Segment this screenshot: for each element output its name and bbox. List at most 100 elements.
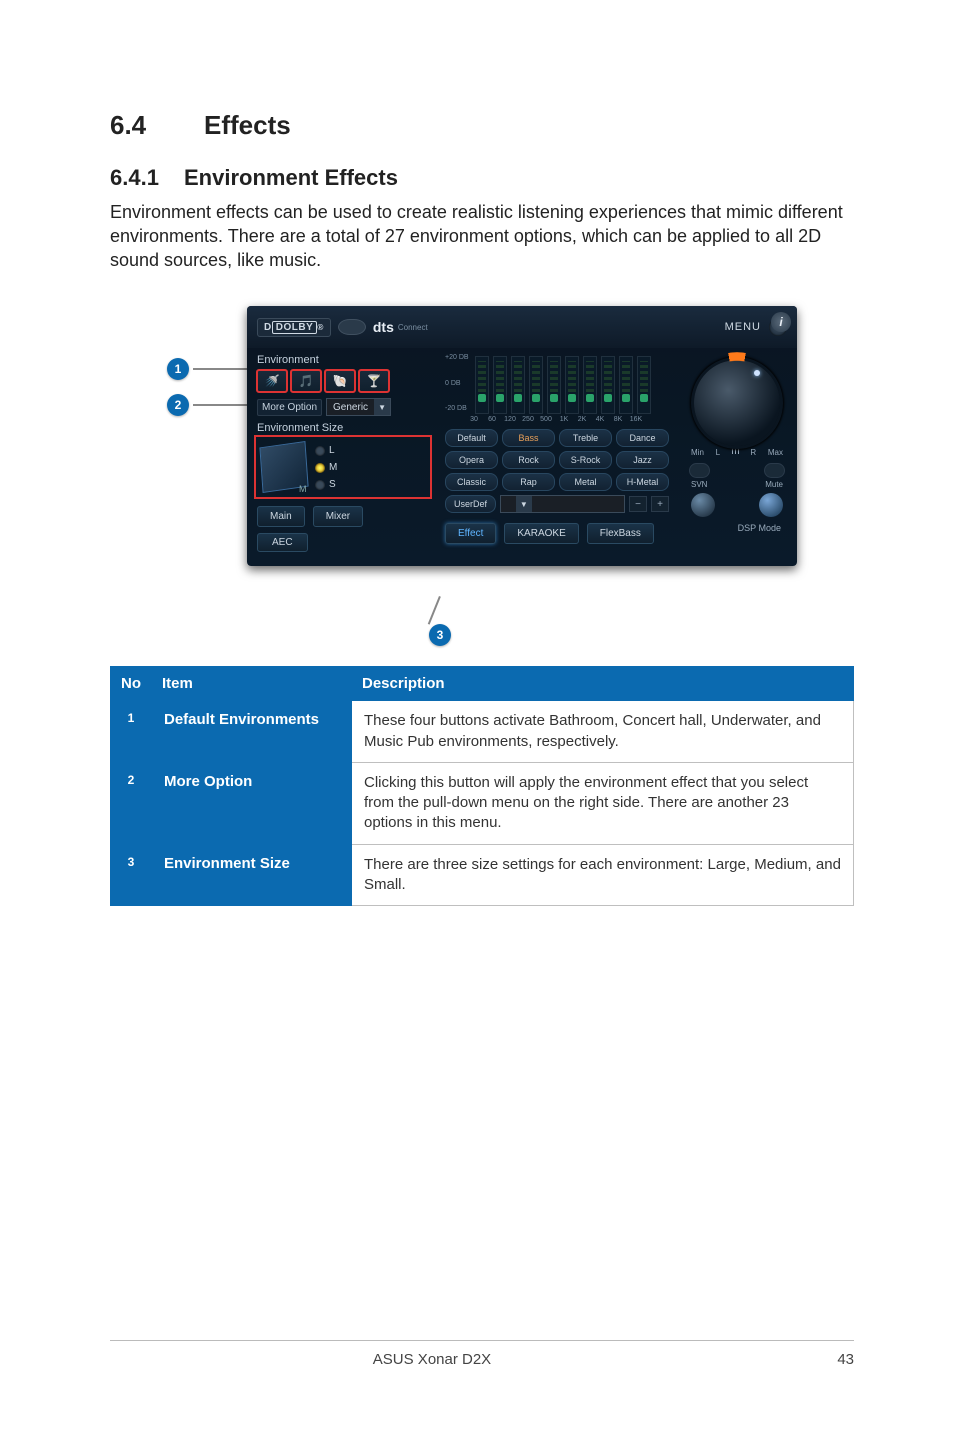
table-row: 3 Environment Size There are three size … [111, 844, 854, 906]
dts-logo-icon [339, 320, 365, 334]
dolby-logo: DDOLBY® [257, 318, 331, 337]
preset-srock[interactable]: S-Rock [559, 451, 612, 469]
tab-main[interactable]: Main [257, 506, 305, 527]
concert-icon: 🎵 [299, 374, 314, 388]
col-header-no: No [111, 667, 152, 701]
more-option-button[interactable]: More Option [257, 399, 322, 416]
chevron-down-icon: ▼ [374, 399, 390, 415]
tab-effect[interactable]: Effect [445, 523, 496, 544]
callout-badge-3: 3 [429, 624, 451, 646]
footer-page-number: 43 [814, 1351, 854, 1368]
subsection-number: 6.4.1 [110, 165, 184, 191]
volume-knob[interactable] [694, 360, 780, 446]
callout-leader [428, 596, 441, 625]
dsp-mode-a-icon[interactable] [691, 493, 715, 517]
more-option-value: Generic [327, 402, 374, 413]
eq-band[interactable] [619, 356, 633, 414]
audio-center-window: i DDOLBY® dts Connect MENU ▾ Environment… [247, 306, 797, 566]
preset-jazz[interactable]: Jazz [616, 451, 669, 469]
eq-band[interactable] [493, 356, 507, 414]
tab-mixer[interactable]: Mixer [313, 506, 363, 527]
preset-default[interactable]: Default [445, 429, 498, 447]
preset-treble[interactable]: Treble [559, 429, 612, 447]
footer-product: ASUS Xonar D2X [170, 1351, 694, 1368]
eq-db-scale: +20 DB 0 DB -20 DB [445, 354, 471, 412]
userdef-plus[interactable]: + [651, 496, 669, 512]
row-item: Environment Size [152, 844, 352, 906]
preset-classic[interactable]: Classic [445, 473, 498, 491]
preset-bass[interactable]: Bass [502, 429, 555, 447]
environment-size-label: Environment Size [257, 422, 429, 434]
preset-userdef[interactable]: UserDef [445, 495, 496, 513]
dsp-mode-label: DSP Mode [685, 517, 789, 533]
tab-flexbass[interactable]: FlexBass [587, 523, 654, 544]
eq-band[interactable] [475, 356, 489, 414]
cube-m-label: M [299, 484, 307, 494]
chevron-down-icon: ▼ [516, 496, 532, 512]
tab-bar-row1-right: Effect KARAOKE FlexBass [445, 523, 669, 544]
size-small-radio[interactable]: S [315, 479, 337, 490]
row-desc: There are three size settings for each e… [352, 844, 854, 906]
row-item: Default Environments [152, 701, 352, 763]
size-medium-radio[interactable]: M [315, 462, 337, 473]
eq-band[interactable] [601, 356, 615, 414]
page-footer: ASUS Xonar D2X 43 [110, 1340, 854, 1368]
table-row: 1 Default Environments These four button… [111, 701, 854, 763]
pub-icon: 🍸 [367, 374, 382, 388]
preset-dance[interactable]: Dance [616, 429, 669, 447]
env-underwater-button[interactable]: 🐚 [325, 370, 355, 392]
col-header-item: Item [152, 667, 352, 701]
preset-rap[interactable]: Rap [502, 473, 555, 491]
eq-band[interactable] [511, 356, 525, 414]
userdef-minus[interactable]: − [629, 496, 647, 512]
callout-badge-1: 1 [167, 358, 189, 380]
row-badge: 3 [111, 855, 151, 869]
eq-band[interactable] [583, 356, 597, 414]
eq-band[interactable] [529, 356, 543, 414]
tab-karaoke[interactable]: KARAOKE [504, 523, 578, 544]
body-paragraph: Environment effects can be used to creat… [110, 201, 854, 272]
env-pub-button[interactable]: 🍸 [359, 370, 389, 392]
environment-size-panel: M L M S [257, 438, 429, 496]
env-bathroom-button[interactable]: 🚿 [257, 370, 287, 392]
eq-band[interactable] [547, 356, 561, 414]
preset-rock[interactable]: Rock [502, 451, 555, 469]
default-environments-row: 🚿 🎵 🐚 🍸 [257, 370, 429, 392]
mute-toggle[interactable] [764, 463, 785, 478]
userdef-select[interactable]: ▼ [500, 495, 625, 513]
eq-band[interactable] [637, 356, 651, 414]
dts-logo-text: dts [373, 319, 394, 335]
subsection-title: Environment Effects [184, 165, 398, 190]
section-title: Effects [204, 110, 291, 140]
table-row: 2 More Option Clicking this button will … [111, 762, 854, 844]
eq-band[interactable] [565, 356, 579, 414]
preset-opera[interactable]: Opera [445, 451, 498, 469]
callout-badge-2: 2 [167, 394, 189, 416]
description-table: No Item Description 1 Default Environmen… [110, 666, 854, 906]
bathroom-icon: 🚿 [265, 374, 280, 388]
svn-mute-labels: SVN Mute [685, 478, 789, 489]
eq-frequency-labels: 30 60 120 250 500 1K 2K 4K 8K 16K [445, 416, 669, 423]
menu-label: MENU [725, 321, 761, 333]
preset-metal[interactable]: Metal [559, 473, 612, 491]
tab-bar-row2: AEC [257, 533, 429, 552]
section-heading: 6.4Effects [110, 110, 854, 141]
row-badge: 1 [111, 711, 151, 725]
svn-toggle[interactable] [689, 463, 710, 478]
callout-3: 3 [429, 596, 451, 646]
env-concert-button[interactable]: 🎵 [291, 370, 321, 392]
more-option-select[interactable]: Generic ▼ [326, 398, 391, 416]
screenshot-figure: 1 2 i DDOLBY® dts Connect MENU ▾ [167, 306, 797, 626]
tab-aec[interactable]: AEC [257, 533, 308, 552]
subsection-heading: 6.4.1Environment Effects [110, 165, 854, 191]
preset-hmetal[interactable]: H-Metal [616, 473, 669, 491]
knob-pointer-icon [754, 370, 760, 376]
row-desc: Clicking this button will apply the envi… [352, 762, 854, 844]
size-radio-group: L M S [315, 445, 337, 490]
tab-bar-row1-left: Main Mixer [257, 506, 429, 527]
size-large-radio[interactable]: L [315, 445, 337, 456]
dts-connect-label: Connect [398, 323, 428, 332]
row-item: More Option [152, 762, 352, 844]
dsp-mode-b-icon[interactable] [759, 493, 783, 517]
underwater-icon: 🐚 [333, 374, 348, 388]
